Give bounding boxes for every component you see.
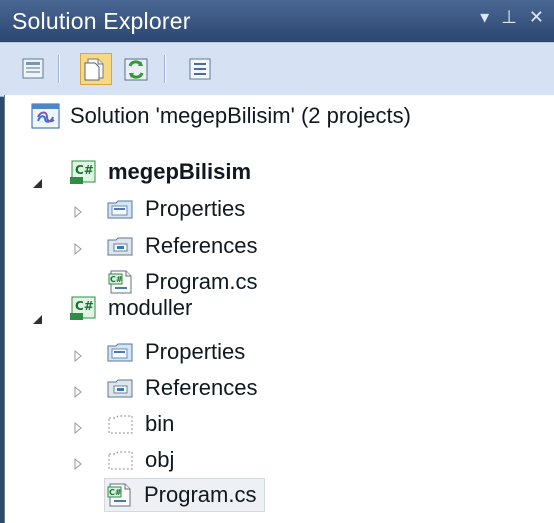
references-node[interactable]: References — [106, 228, 258, 264]
svg-text:C#: C# — [75, 163, 94, 177]
project-node-moduller[interactable]: C# moduller — [69, 290, 192, 326]
properties-icon — [22, 58, 44, 79]
properties-node[interactable]: Properties — [106, 191, 245, 227]
folder-outline-icon — [108, 415, 133, 434]
project-node-megepbilisim[interactable]: C# megepBilisim — [69, 154, 251, 190]
references-folder-icon — [107, 379, 133, 398]
collapse-arrow-icon[interactable] — [31, 177, 45, 191]
expand-arrow-icon[interactable] — [71, 457, 85, 471]
collapse-arrow-icon[interactable] — [31, 313, 45, 327]
toolbar-separator — [58, 55, 59, 83]
properties-folder-icon — [107, 200, 133, 219]
solution-node[interactable]: Solution 'megepBilisim' (2 projects) — [31, 98, 411, 134]
properties-label: Properties — [145, 339, 246, 364]
svg-text:C#: C# — [109, 488, 122, 497]
references-folder-icon — [107, 237, 133, 256]
title-controls: ▾ ⊥ ✕ — [480, 7, 544, 28]
obj-folder-node[interactable]: obj — [106, 442, 174, 478]
view-class-diagram-icon — [189, 58, 211, 80]
expand-arrow-icon[interactable] — [71, 385, 85, 399]
properties-button[interactable] — [18, 53, 50, 85]
program-file-node-selected[interactable]: C# Program.cs — [104, 478, 266, 512]
solution-label: Solution 'megepBilisim' (2 projects) — [70, 103, 411, 128]
expand-arrow-icon[interactable] — [71, 421, 85, 435]
solution-explorer-window: Solution Explorer ▾ ⊥ ✕ Solution 'megepB… — [0, 0, 554, 523]
project-label: megepBilisim — [108, 159, 252, 184]
bin-label: bin — [145, 411, 175, 436]
program-file-label: Program.cs — [144, 482, 257, 507]
properties-label: Properties — [145, 196, 246, 221]
refresh-button[interactable] — [120, 53, 152, 85]
expand-arrow-icon[interactable] — [71, 205, 85, 219]
csharp-project-icon: C# — [70, 160, 96, 184]
csharp-project-icon: C# — [70, 296, 96, 320]
svg-text:C#: C# — [110, 275, 123, 284]
project-label: moduller — [108, 295, 193, 320]
show-all-files-icon — [84, 58, 104, 81]
properties-folder-icon — [107, 343, 133, 362]
toolbar — [0, 42, 554, 97]
solution-tree[interactable]: Solution 'megepBilisim' (2 projects) C# … — [4, 95, 554, 523]
solution-icon — [31, 103, 60, 129]
show-all-files-button[interactable] — [80, 53, 112, 85]
close-icon[interactable]: ✕ — [529, 7, 544, 28]
refresh-icon — [124, 58, 148, 81]
pin-icon[interactable]: ⊥ — [501, 7, 517, 28]
references-node[interactable]: References — [106, 370, 258, 406]
csharp-file-icon: C# — [107, 483, 131, 507]
references-label: References — [145, 375, 258, 400]
dropdown-icon[interactable]: ▾ — [480, 7, 489, 28]
svg-text:C#: C# — [75, 299, 94, 313]
obj-label: obj — [145, 447, 175, 472]
properties-node[interactable]: Properties — [106, 334, 245, 370]
toolbar-separator — [164, 55, 165, 83]
window-title: Solution Explorer — [12, 8, 191, 34]
expand-arrow-icon[interactable] — [71, 242, 85, 256]
references-label: References — [145, 233, 258, 258]
expand-arrow-icon[interactable] — [71, 349, 85, 363]
view-class-diagram-button[interactable] — [184, 53, 216, 85]
title-bar[interactable]: Solution Explorer ▾ ⊥ ✕ — [0, 0, 554, 42]
folder-outline-icon — [108, 451, 133, 470]
bin-folder-node[interactable]: bin — [106, 406, 174, 442]
